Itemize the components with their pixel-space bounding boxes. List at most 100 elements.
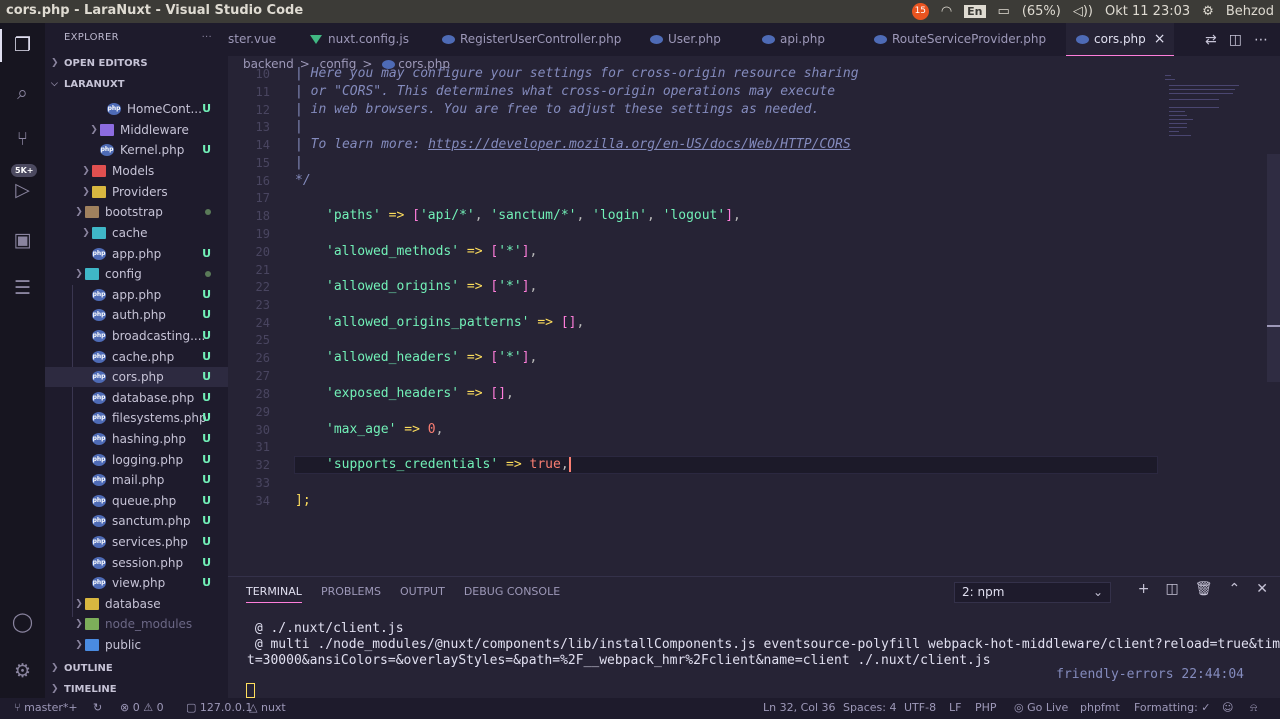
tree-item[interactable]: ❯ node_modules bbox=[45, 614, 228, 634]
search-icon[interactable]: ⌕ bbox=[10, 81, 35, 106]
git-status: U bbox=[202, 391, 211, 404]
tab-terminal[interactable]: TERMINAL bbox=[246, 585, 302, 603]
split-terminal-icon[interactable]: ◫ bbox=[1166, 581, 1179, 597]
tab-label: User.php bbox=[668, 32, 721, 46]
minimap[interactable] bbox=[1163, 71, 1243, 141]
source-control-icon[interactable]: ⑂ bbox=[10, 127, 35, 152]
timeline-section[interactable]: ❯ TIMELINE bbox=[45, 679, 228, 700]
problems-counter[interactable]: ⊗ 0 ⚠ 0 bbox=[120, 701, 164, 714]
git-branch[interactable]: ⑂ master*+ bbox=[14, 701, 78, 714]
close-panel-icon[interactable]: ✕ bbox=[1256, 581, 1268, 597]
tree-item[interactable]: broadcasting....U bbox=[45, 326, 228, 346]
comma: , bbox=[576, 208, 593, 223]
tree-item[interactable]: ❯ database bbox=[45, 594, 228, 614]
tab-user[interactable]: User.php bbox=[650, 23, 740, 56]
host-status[interactable]: ▢ 127.0.0.1 bbox=[186, 701, 252, 714]
tree-item[interactable]: HomeCont...U bbox=[45, 99, 228, 119]
tab-problems[interactable]: PROBLEMS bbox=[321, 585, 381, 603]
tree-item[interactable]: ❯ Models bbox=[45, 161, 228, 181]
trash-icon[interactable]: 🗑︎ bbox=[1195, 581, 1213, 597]
tree-item[interactable]: hashing.php U bbox=[45, 429, 228, 449]
files-icon[interactable]: ❐ bbox=[0, 29, 35, 62]
chevron-right-icon: ❯ bbox=[75, 599, 83, 609]
code-line-12: | in web browsers. You are free to adjus… bbox=[295, 102, 819, 117]
more-actions-icon[interactable]: ··· bbox=[202, 23, 212, 53]
go-live[interactable]: ◎ Go Live bbox=[1014, 701, 1068, 714]
close-icon[interactable]: × bbox=[1154, 31, 1166, 47]
tab-register-user-controller[interactable]: RegisterUserController.php bbox=[442, 23, 632, 56]
more-icon[interactable]: ⋯ bbox=[1254, 32, 1268, 48]
tree-item[interactable]: session.php U bbox=[45, 553, 228, 573]
git-status: U bbox=[202, 308, 211, 321]
git-status: U bbox=[202, 473, 211, 486]
wifi-icon[interactable]: ◠ bbox=[941, 4, 952, 19]
tab-route-service-provider[interactable]: RouteServiceProvider.php bbox=[874, 23, 1054, 56]
tree-item[interactable]: ❯ config bbox=[45, 264, 228, 284]
bell-icon[interactable]: ⍾ bbox=[1250, 701, 1257, 715]
tab-register-vue[interactable]: ster.vue bbox=[228, 23, 298, 56]
database-icon[interactable]: ☰ bbox=[10, 276, 35, 301]
manage-gear-icon[interactable]: ⚙ bbox=[10, 659, 35, 684]
branch-name: master*+ bbox=[24, 701, 78, 714]
tab-cors[interactable]: cors.php × bbox=[1066, 23, 1174, 56]
account-icon[interactable]: ◯ bbox=[10, 610, 35, 635]
tree-item[interactable]: services.php U bbox=[45, 532, 228, 552]
extensions-icon[interactable]: ▣ bbox=[10, 228, 35, 253]
vertical-scrollbar[interactable] bbox=[1267, 154, 1280, 382]
tab-debug-console[interactable]: DEBUG CONSOLE bbox=[464, 585, 560, 603]
nuxt-status[interactable]: △ nuxt bbox=[249, 701, 286, 714]
sync-icon[interactable]: ↻ bbox=[93, 701, 102, 714]
tree-item[interactable]: auth.php U bbox=[45, 305, 228, 325]
tree-item[interactable]: sanctum.php U bbox=[45, 511, 228, 531]
open-editors-section[interactable]: ❯ OPEN EDITORS bbox=[45, 53, 228, 74]
tab-api[interactable]: api.php bbox=[762, 23, 852, 56]
terminal-output[interactable]: @ ./.nuxt/client.js @ multi ./node_modul… bbox=[247, 621, 1280, 669]
tree-item[interactable]: app.php U bbox=[45, 285, 228, 305]
language-mode[interactable]: PHP bbox=[975, 701, 997, 714]
formatter[interactable]: phpfmt bbox=[1080, 701, 1120, 714]
encoding[interactable]: UTF-8 bbox=[904, 701, 936, 714]
run-debug-icon[interactable]: ▷ bbox=[10, 178, 35, 203]
gear-icon[interactable]: ⚙ bbox=[1202, 4, 1214, 19]
feedback-icon[interactable]: ☺ bbox=[1222, 701, 1233, 714]
chevron-up-icon[interactable]: ⌃ bbox=[1229, 581, 1241, 597]
outline-section[interactable]: ❯ OUTLINE bbox=[45, 658, 228, 679]
code-link[interactable]: https://developer.mozilla.org/en-US/docs… bbox=[428, 137, 851, 152]
terminal-select[interactable]: 2: npm ⌄ bbox=[954, 582, 1111, 603]
language-indicator[interactable]: En bbox=[964, 5, 986, 18]
end-of-line[interactable]: LF bbox=[949, 701, 961, 714]
tree-item[interactable]: ❯ Providers bbox=[45, 182, 228, 202]
split-editor-icon[interactable]: ◫ bbox=[1229, 32, 1242, 48]
tree-item[interactable]: Kernel.php U bbox=[45, 140, 228, 160]
comma: , bbox=[733, 208, 741, 223]
user-name[interactable]: Behzod bbox=[1226, 4, 1274, 19]
indentation[interactable]: Spaces: 4 bbox=[843, 701, 896, 714]
tree-item[interactable]: ❯ public bbox=[45, 635, 228, 655]
tree-item[interactable]: mail.php U bbox=[45, 470, 228, 490]
tab-output[interactable]: OUTPUT bbox=[400, 585, 445, 603]
explorer-header: EXPLORER ··· bbox=[45, 23, 228, 53]
tree-item[interactable]: filesystems.phpU bbox=[45, 408, 228, 428]
tree-item[interactable]: cors.php U bbox=[45, 367, 228, 387]
tree-item[interactable]: app.php U bbox=[45, 244, 228, 264]
comma: , bbox=[435, 422, 444, 437]
battery-icon[interactable]: ▭ bbox=[998, 4, 1010, 19]
tab-nuxt-config[interactable]: nuxt.config.js bbox=[310, 23, 420, 56]
tree-item[interactable]: logging.php U bbox=[45, 450, 228, 470]
project-section[interactable]: ⌵ LARANUXT bbox=[45, 74, 228, 95]
cursor-position[interactable]: Ln 32, Col 36 bbox=[763, 701, 836, 714]
code-editor[interactable]: 10 11 12 13 14 15 16 17 18 19 20 21 22 23 24 25 26 27 28 29… bbox=[228, 66, 1280, 576]
notification-badge[interactable]: 15 bbox=[911, 3, 929, 20]
compare-icon[interactable]: ⇄ bbox=[1205, 32, 1217, 48]
datetime[interactable]: Okt 11 23:03 bbox=[1105, 4, 1190, 19]
formatting-status[interactable]: Formatting: ✓ bbox=[1134, 701, 1211, 714]
tree-item[interactable]: ❯ bootstrap bbox=[45, 202, 228, 222]
add-terminal-icon[interactable]: + bbox=[1138, 581, 1150, 597]
tree-item[interactable]: ❯ Middleware bbox=[45, 120, 228, 140]
tree-item[interactable]: cache.php U bbox=[45, 347, 228, 367]
volume-icon[interactable]: ◁)) bbox=[1073, 4, 1093, 19]
tree-item[interactable]: view.php U bbox=[45, 573, 228, 593]
tree-item[interactable]: database.php U bbox=[45, 388, 228, 408]
tree-item[interactable]: ❯ cache bbox=[45, 223, 228, 243]
tree-item[interactable]: queue.php U bbox=[45, 491, 228, 511]
